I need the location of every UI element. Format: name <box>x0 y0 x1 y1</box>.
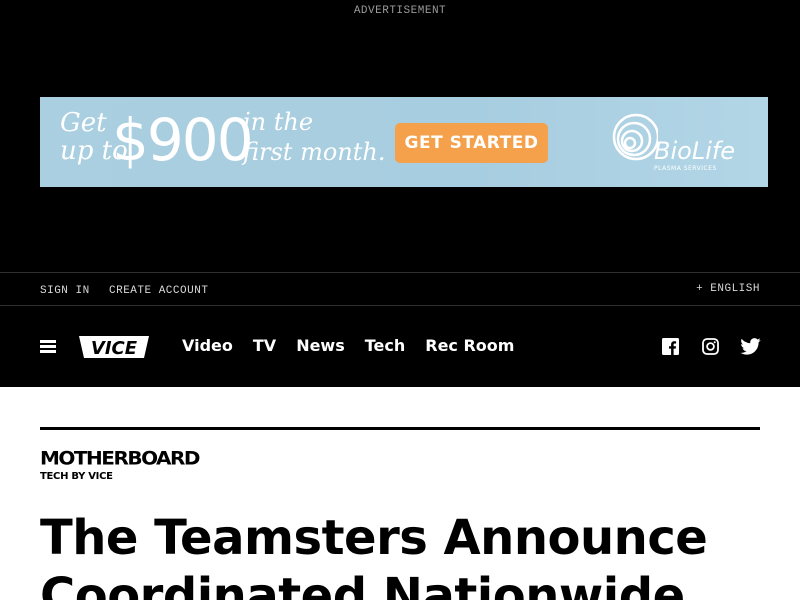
hamburger-icon[interactable] <box>40 340 56 354</box>
advertisement-label: ADVERTISEMENT <box>353 5 447 17</box>
vice-logo-text: VICE <box>91 338 138 359</box>
biolife-brand: BioLife <box>654 137 736 165</box>
ad-banner[interactable]: Get up to $900 in the first month. GET S… <box>40 97 768 187</box>
nav-link-tech[interactable]: Tech <box>365 336 406 355</box>
motherboard-logo[interactable]: MOTHERBOARD <box>40 448 201 469</box>
sign-in-link[interactable]: SIGN IN <box>40 285 90 297</box>
language-selector[interactable]: + ENGLISH <box>696 283 760 295</box>
account-bar: SIGN IN CREATE ACCOUNT + ENGLISH <box>0 272 800 306</box>
get-started-button[interactable]: GET STARTED <box>395 123 548 163</box>
header-region: ADVERTISEMENT Get up to $900 in the firs… <box>0 0 800 387</box>
main-nav: VICE Video TV News Tech Rec Room <box>0 307 800 387</box>
nav-link-video[interactable]: Video <box>182 336 233 355</box>
nav-link-tv[interactable]: TV <box>253 336 276 355</box>
section-tagline: TECH BY VICE <box>40 471 113 482</box>
facebook-icon[interactable] <box>662 338 679 360</box>
ad-first-line2: first month. <box>243 138 386 166</box>
twitter-icon[interactable] <box>740 338 761 360</box>
instagram-icon[interactable] <box>702 338 719 360</box>
vice-logo[interactable]: VICE <box>76 334 152 365</box>
ad-amount: $900 <box>112 106 254 174</box>
biolife-logo: BioLife PLASMA SERVICES <box>610 109 750 175</box>
biolife-swirl-icon <box>612 113 658 161</box>
nav-links: Video TV News Tech Rec Room <box>182 336 534 355</box>
create-account-link[interactable]: CREATE ACCOUNT <box>109 285 208 297</box>
article-content: MOTHERBOARD TECH BY VICE The Teamsters A… <box>0 387 800 600</box>
ad-first-line1: in the <box>243 108 314 136</box>
nav-link-rec-room[interactable]: Rec Room <box>425 336 514 355</box>
vice-logo-icon: VICE <box>79 336 149 359</box>
ad-first-month-text: in the first month. <box>243 107 385 167</box>
nav-link-news[interactable]: News <box>296 336 345 355</box>
section-divider <box>40 427 760 430</box>
biolife-subtitle: PLASMA SERVICES <box>654 165 717 172</box>
article-headline: The Teamsters Announce Coordinated Natio… <box>40 510 708 600</box>
